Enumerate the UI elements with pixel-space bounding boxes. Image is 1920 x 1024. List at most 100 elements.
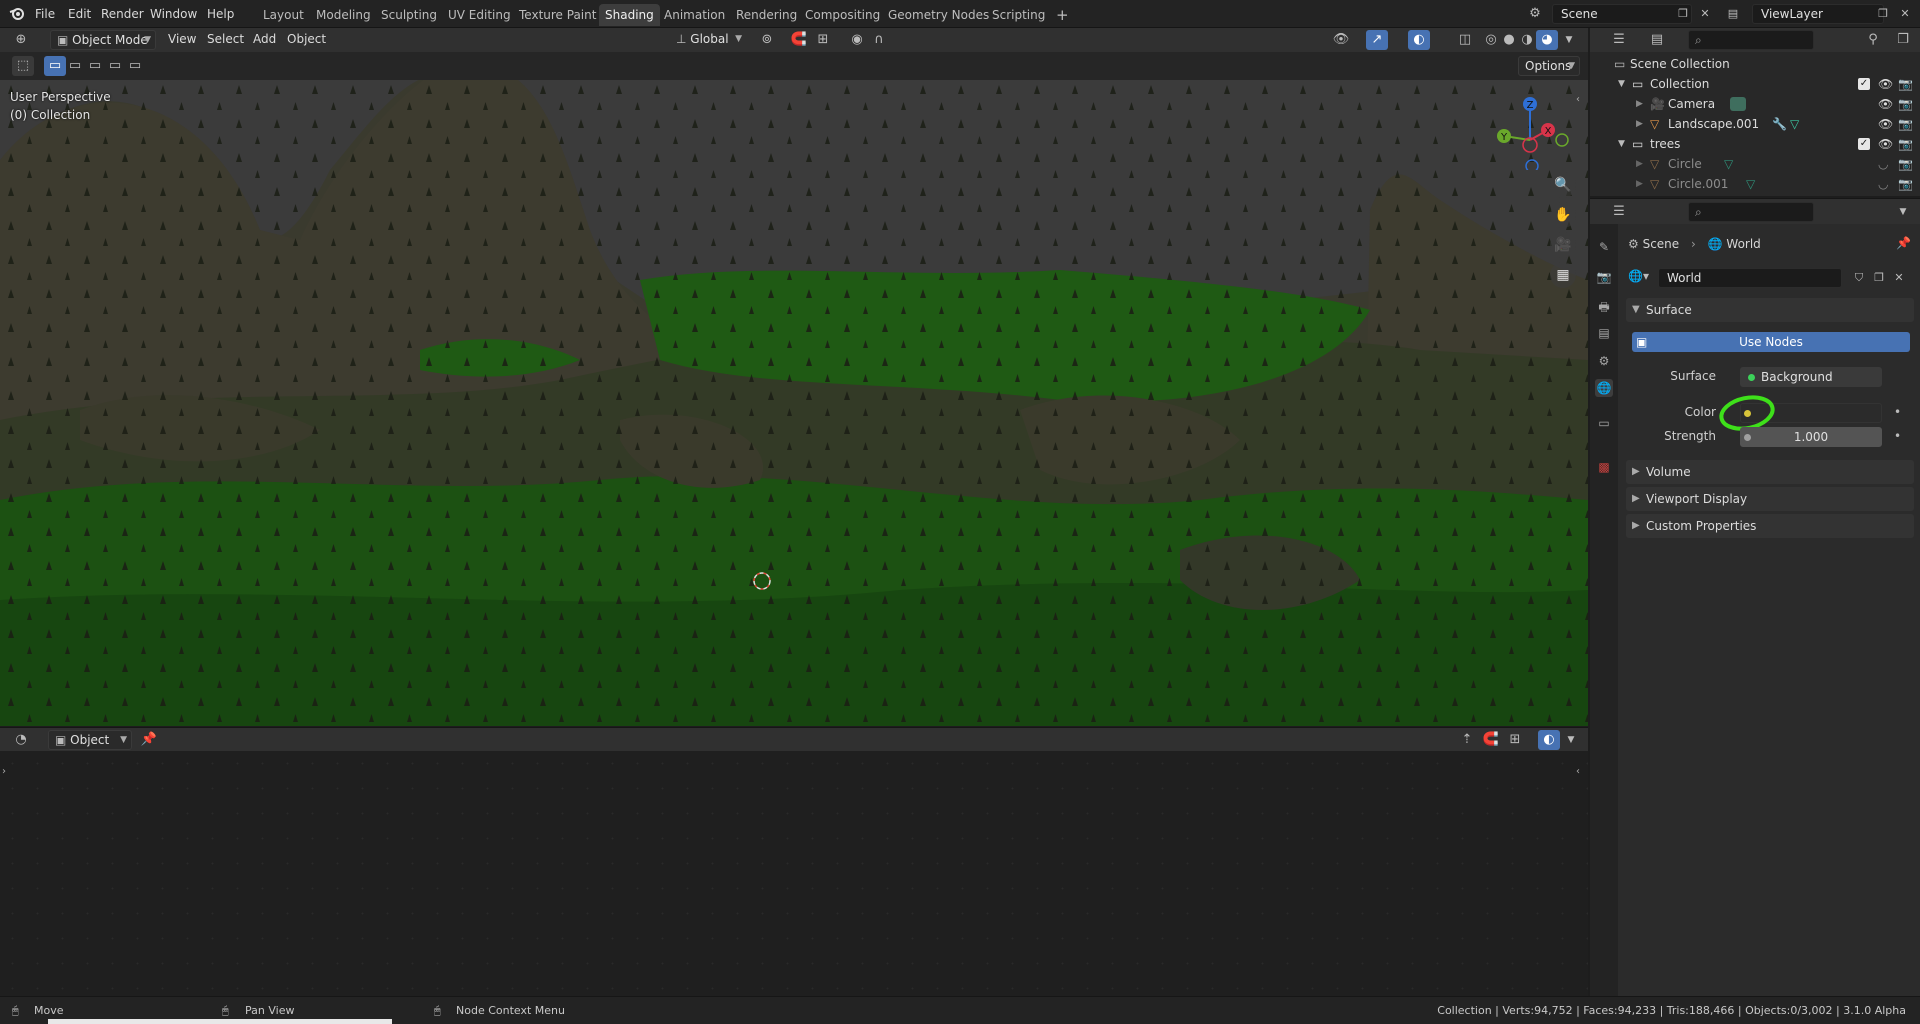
overlay-toggle-icon[interactable]: ◐ [1408,30,1430,50]
render-tab-icon[interactable]: 📷 [1595,268,1613,286]
properties-options-chevron-icon[interactable]: ▼ [1892,202,1914,222]
mesh-data-icon[interactable]: ▽ [1790,114,1799,134]
outliner-row-circle[interactable]: ▶ ▽ Circle ▽ ◡ 📷 [1590,154,1920,174]
expand-chevron-icon[interactable]: ▶ [1636,154,1643,174]
render-camera-icon[interactable]: 📷 [1898,154,1913,174]
render-camera-icon[interactable]: 📷 [1898,134,1913,154]
modifier-wrench-icon[interactable]: 🔧 [1772,114,1787,134]
menu-object[interactable]: Object [287,32,326,46]
outliner-row-circle-001[interactable]: ▶ ▽ Circle.001 ▽ ◡ 📷 [1590,174,1920,194]
pan-hand-icon[interactable]: ✋ [1550,202,1576,228]
tab-uv-editing[interactable]: UV Editing [442,4,517,26]
select-new-icon[interactable]: ▭ [44,56,66,76]
render-camera-icon[interactable]: 📷 [1898,74,1913,94]
mesh-data-icon[interactable]: ▽ [1746,174,1755,194]
outliner-search-input[interactable]: ⌕ [1688,30,1814,50]
menu-render[interactable]: Render [101,7,144,21]
strength-slider[interactable]: 1.000 [1740,427,1882,447]
scene-name-field[interactable]: Scene [1552,4,1692,24]
ortho-grid-icon[interactable]: ▦ [1550,262,1576,288]
render-camera-icon[interactable]: 📷 [1898,94,1913,114]
delete-scene-icon[interactable]: ✕ [1694,4,1716,24]
node-snap-icon[interactable]: 🧲 [1480,730,1502,750]
surface-shader-field[interactable]: Background [1740,367,1882,387]
surface-panel-header[interactable]: ▼ Surface [1626,298,1914,322]
node-snap-target-icon[interactable]: ⊞ [1504,730,1526,750]
outliner-row-scene-collection[interactable]: ▭ Scene Collection [1590,54,1920,74]
node-editor-canvas[interactable]: › ‹ [0,751,1588,996]
volume-panel-header[interactable]: ▶ Volume [1626,460,1914,484]
menu-help[interactable]: Help [207,7,234,21]
scene-selector-icon[interactable]: ⚙ [1524,4,1546,24]
render-camera-icon[interactable]: 📷 [1898,114,1913,134]
snap-toggle-icon[interactable]: 🧲 [788,30,810,50]
select-invert-icon[interactable]: ▭ [104,56,126,76]
node-sidebar-toggle-icon[interactable]: ‹ [1576,766,1580,777]
expand-chevron-icon[interactable]: ▶ [1636,114,1643,134]
mesh-data-icon[interactable]: ▽ [1724,154,1733,174]
camera-view-icon[interactable]: 🎥 [1550,232,1576,258]
delete-view-layer-icon[interactable]: ✕ [1894,4,1916,24]
toolbar-toggle-icon[interactable]: › [2,766,6,777]
expand-chevron-icon[interactable]: ▼ [1618,134,1625,154]
exclude-checkbox[interactable]: ✓ [1858,78,1870,90]
fake-user-shield-icon[interactable]: ⛉ [1848,268,1870,288]
3d-cursor-icon[interactable] [752,571,772,591]
menu-add[interactable]: Add [253,32,276,46]
outliner-row-collection[interactable]: ▼ ▭ Collection ✓ 👁 📷 [1590,74,1920,94]
expand-chevron-icon[interactable]: ▶ [1636,94,1643,114]
tab-scripting[interactable]: Scripting [986,4,1051,26]
properties-search-input[interactable]: ⌕ [1688,202,1814,222]
view-layer-field[interactable]: ViewLayer [1752,4,1884,24]
mode-dropdown[interactable]: ▣ Object Mode ▼ [50,30,156,50]
select-tool-icon[interactable]: ⬚ [12,56,34,76]
visibility-filter-icon[interactable]: 👁 [1330,30,1352,50]
world-browse-icon[interactable]: 🌐▾ [1628,269,1649,283]
menu-view[interactable]: View [168,32,196,46]
sidebar-toggle-icon[interactable]: ‹ [1576,94,1580,105]
tab-animation[interactable]: Animation [658,4,731,26]
visibility-eye-icon[interactable]: 👁 [1878,134,1893,154]
tab-texture-paint[interactable]: Texture Paint [513,4,602,26]
tab-shading[interactable]: Shading [599,4,660,26]
proportional-edit-icon[interactable]: ◉ [846,30,868,50]
blender-logo-icon[interactable] [9,5,25,21]
filter-icon[interactable]: ⚲ [1862,30,1884,50]
zoom-icon[interactable]: 🔍 [1550,172,1576,198]
keyframe-dot-icon[interactable]: • [1894,429,1901,443]
render-camera-icon[interactable]: 📷 [1898,174,1913,194]
add-workspace-button[interactable]: + [1050,4,1075,26]
select-subtract-icon[interactable]: ▭ [84,56,106,76]
camera-data-icon[interactable] [1730,97,1746,111]
node-overlay-icon[interactable]: ◐ [1538,730,1560,750]
new-scene-icon[interactable]: ❐ [1672,4,1694,24]
output-tab-icon[interactable]: 🖶 [1595,298,1613,316]
navigation-gizmo[interactable]: Z Y X [1490,90,1570,170]
shader-type-dropdown[interactable]: ▣ Object ▼ [48,730,132,750]
menu-window[interactable]: Window [150,7,197,21]
tab-geometry-nodes[interactable]: Geometry Nodes [882,4,995,26]
snap-target-icon[interactable]: ⊞ [812,30,834,50]
outliner-row-trees[interactable]: ▼ ▭ trees ✓ 👁 📷 [1590,134,1920,154]
world-name-field[interactable]: World [1658,268,1842,288]
select-extend-icon[interactable]: ▭ [64,56,86,76]
custom-properties-panel-header[interactable]: ▶ Custom Properties [1626,514,1914,538]
view-layer-icon[interactable]: ▤ [1722,4,1744,24]
pin-icon[interactable]: 📌 [138,730,160,750]
tab-compositing[interactable]: Compositing [799,4,886,26]
select-intersect-icon[interactable]: ▭ [124,56,146,76]
visibility-eye-icon[interactable]: 👁 [1878,94,1893,114]
expand-chevron-icon[interactable]: ▼ [1618,74,1625,94]
keyframe-dot-icon[interactable]: • [1894,405,1901,419]
transform-orientation-dropdown[interactable]: ⊥ Global ▼ [670,30,746,50]
pin-icon[interactable]: 📌 [1896,236,1911,250]
menu-select[interactable]: Select [207,32,244,46]
menu-file[interactable]: File [35,7,55,21]
new-view-layer-icon[interactable]: ❐ [1872,4,1894,24]
hidden-eye-icon[interactable]: ◡ [1878,174,1888,194]
xray-toggle-icon[interactable]: ◫ [1454,30,1476,50]
tab-modeling[interactable]: Modeling [310,4,377,26]
expand-chevron-icon[interactable]: ▶ [1636,174,1643,194]
3d-viewport[interactable]: User Perspective (0) Collection Z Y X 🔍 … [0,80,1588,726]
tab-rendering[interactable]: Rendering [730,4,803,26]
